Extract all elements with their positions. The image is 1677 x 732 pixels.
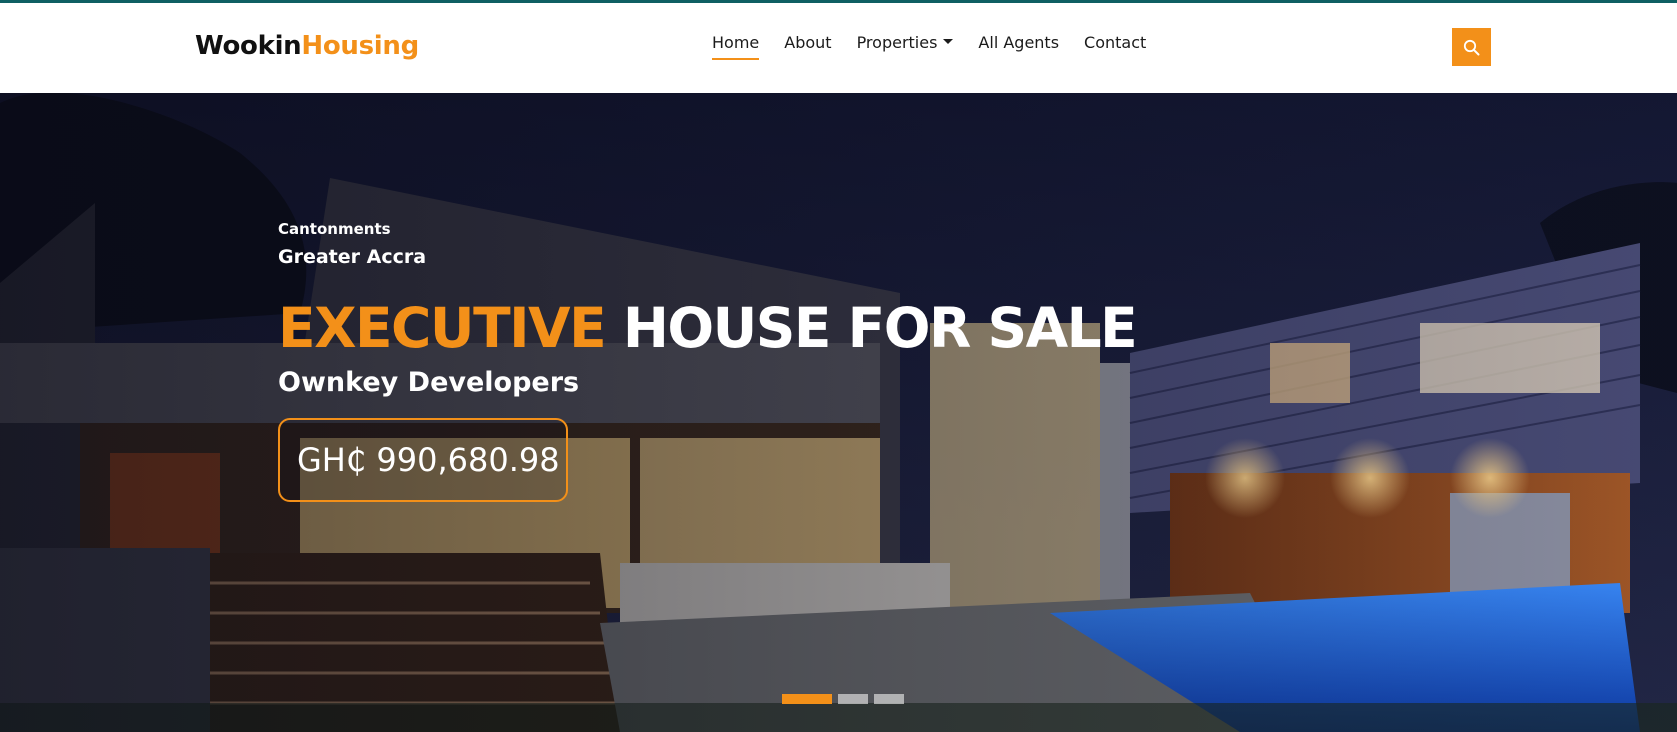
headline-accent: EXECUTIVE <box>278 296 607 360</box>
carousel-indicator-2[interactable] <box>838 694 868 704</box>
search-icon <box>1463 39 1480 55</box>
carousel-indicator-3[interactable] <box>874 694 904 704</box>
brand-name-part2: Housing <box>301 31 419 61</box>
headline-rest: HOUSE FOR SALE <box>622 296 1138 360</box>
price-value: GH₵ 990,680.98 <box>297 440 560 479</box>
caret-down-icon <box>943 39 954 44</box>
nav-properties-dropdown[interactable]: Properties <box>857 33 954 60</box>
nav-contact[interactable]: Contact <box>1084 33 1146 60</box>
price-box: GH₵ 990,680.98 <box>278 417 568 502</box>
nav-home[interactable]: Home <box>712 33 760 60</box>
nav-about[interactable]: About <box>784 33 831 60</box>
navbar: WookinHousing Home About Properties All … <box>0 3 1677 93</box>
brand-name-part1: Wookin <box>195 31 302 61</box>
nav-properties-label: Properties <box>856 33 938 52</box>
brand-logo[interactable]: WookinHousing <box>195 31 419 61</box>
carousel-indicators <box>782 694 910 704</box>
hero-slider: Cantonments Greater Accra EXECUTIVE HOUS… <box>0 93 1677 732</box>
search-button[interactable] <box>1452 28 1491 66</box>
developer-name: Ownkey Developers <box>278 366 580 398</box>
location-area: Cantonments <box>278 220 391 238</box>
carousel-indicator-1[interactable] <box>782 694 832 704</box>
nav-all-agents[interactable]: All Agents <box>978 33 1059 60</box>
hero-headline: EXECUTIVE HOUSE FOR SALE <box>278 296 1138 360</box>
location-region: Greater Accra <box>278 246 427 268</box>
main-nav: Home About Properties All Agents Contact <box>712 33 1171 60</box>
hero-content: Cantonments Greater Accra EXECUTIVE HOUS… <box>278 220 1138 502</box>
